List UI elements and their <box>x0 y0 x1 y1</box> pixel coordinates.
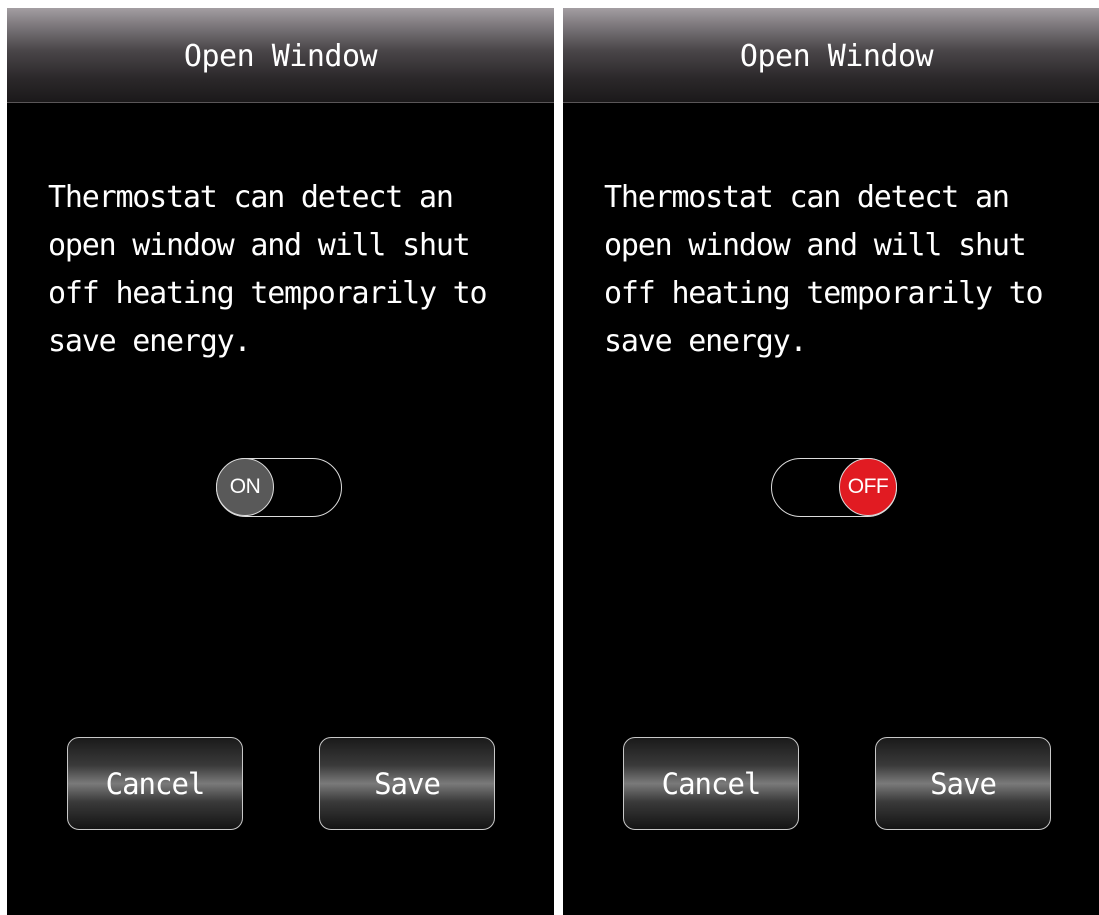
toggle-knob-off: OFF <box>839 458 897 516</box>
open-window-screen-off: Open Window Thermostat can detect an ope… <box>563 8 1099 915</box>
save-button[interactable]: Save <box>319 737 495 830</box>
cancel-button[interactable]: Cancel <box>67 737 243 830</box>
open-window-toggle[interactable]: OFF <box>771 458 897 517</box>
toggle-knob-on: ON <box>216 458 274 516</box>
cancel-button[interactable]: Cancel <box>623 737 799 830</box>
header-bar: Open Window <box>7 8 554 103</box>
page-title: Open Window <box>739 38 934 74</box>
description-text: Thermostat can detect an open window and… <box>48 180 488 359</box>
open-window-toggle[interactable]: ON <box>216 458 342 517</box>
description-text: Thermostat can detect an open window and… <box>604 180 1044 359</box>
page-title: Open Window <box>183 38 378 74</box>
header-bar: Open Window <box>563 8 1099 103</box>
open-window-screen-on: Open Window Thermostat can detect an ope… <box>7 8 554 915</box>
save-button[interactable]: Save <box>875 737 1051 830</box>
